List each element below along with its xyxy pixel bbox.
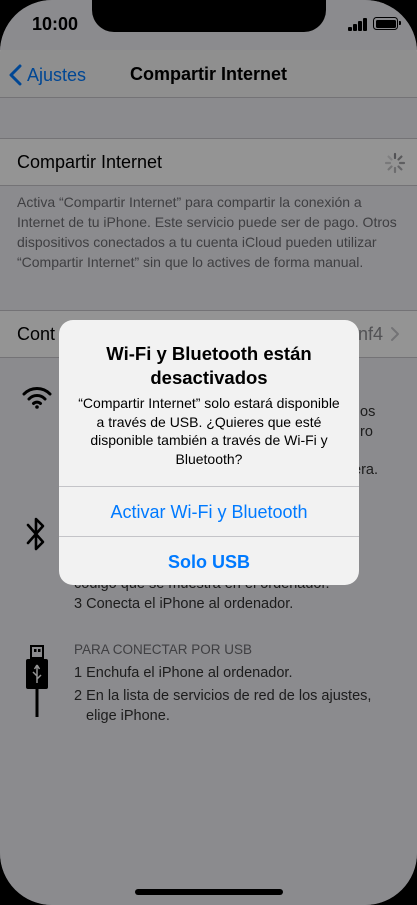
alert-title: Wi-Fi y Bluetooth están desactivados [106, 343, 312, 388]
phone-screen: 10:00 Ajustes Compartir Internet Compart… [0, 0, 417, 905]
wifi-bluetooth-alert: Wi-Fi y Bluetooth están desactivados “Co… [59, 320, 359, 585]
home-indicator[interactable] [135, 889, 283, 895]
usb-only-button[interactable]: Solo USB [59, 536, 359, 585]
alert-message: “Compartir Internet” solo estará disponi… [78, 395, 340, 467]
enable-wifi-bluetooth-button[interactable]: Activar Wi-Fi y Bluetooth [59, 486, 359, 536]
